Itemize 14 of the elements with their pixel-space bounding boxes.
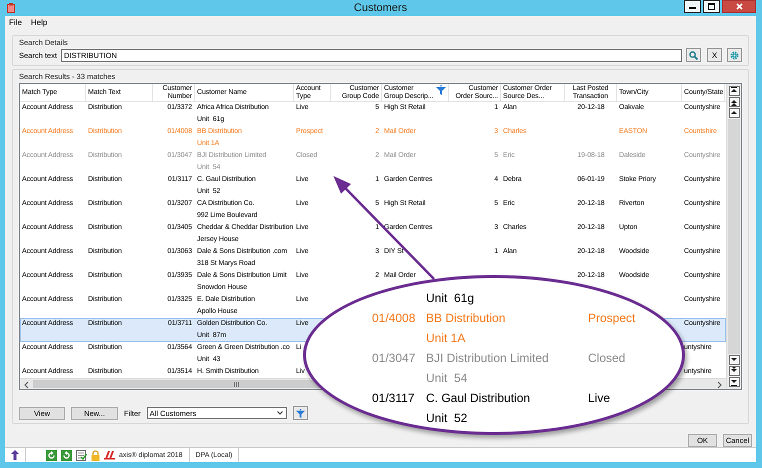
window-title: Customers (354, 2, 408, 14)
callout-text: 01/3117 (372, 391, 416, 405)
callout-text: BB Distribution (426, 311, 506, 325)
callout-text: 01/4008 (372, 311, 416, 325)
callout-text: BJI Distribution Limited (426, 351, 550, 365)
callout-text: Unit 54 (426, 371, 468, 385)
callout-text: Closed (588, 351, 626, 365)
callout-text: C. Gaul Distribution (426, 391, 532, 405)
callout-text: Unit 1A (426, 331, 466, 345)
callout-text: Live (588, 391, 612, 405)
callout-text: Prospect (588, 311, 636, 325)
callout-text: Unit 61g (426, 291, 476, 305)
callout-text: Unit 52 (426, 411, 468, 425)
callout-text: 01/3047 (372, 351, 416, 365)
